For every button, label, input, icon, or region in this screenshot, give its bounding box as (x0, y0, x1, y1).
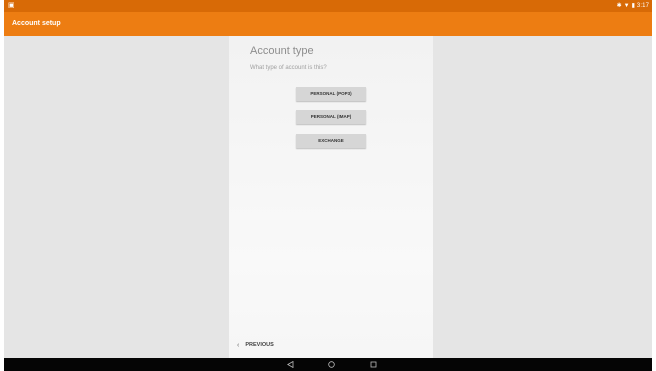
previous-label: PREVIOUS (245, 342, 274, 348)
status-bar: ▣ ✱ ▼ ▮ 3:17 (4, 0, 652, 12)
recents-square-icon[interactable] (370, 361, 377, 368)
bluetooth-icon: ✱ (616, 3, 622, 9)
chevron-left-icon: ‹ (237, 341, 240, 349)
status-icons: ✱ ▼ ▮ 3:17 (617, 2, 649, 10)
page-subtitle: What type of account is this? (250, 65, 327, 71)
app-bar: Account setup (4, 12, 652, 36)
app-bar-title: Account setup (12, 20, 61, 27)
wifi-icon: ▼ (623, 3, 630, 9)
navigation-bar (4, 358, 652, 371)
content-area: Account type What type of account is thi… (4, 36, 652, 358)
notification-icon: ▣ (8, 2, 15, 9)
status-clock: 3:17 (636, 3, 649, 9)
back-triangle-icon[interactable] (287, 361, 294, 368)
personal-imap-button[interactable]: PERSONAL (IMAP) (296, 110, 366, 124)
account-type-card: Account type What type of account is thi… (229, 36, 433, 358)
battery-icon: ▮ (631, 3, 635, 9)
exchange-button[interactable]: EXCHANGE (296, 134, 366, 148)
previous-button[interactable]: ‹ PREVIOUS (237, 340, 274, 350)
home-circle-icon[interactable] (328, 361, 335, 368)
page-title: Account type (250, 45, 314, 57)
personal-pop3-button[interactable]: PERSONAL (POP3) (296, 87, 366, 101)
